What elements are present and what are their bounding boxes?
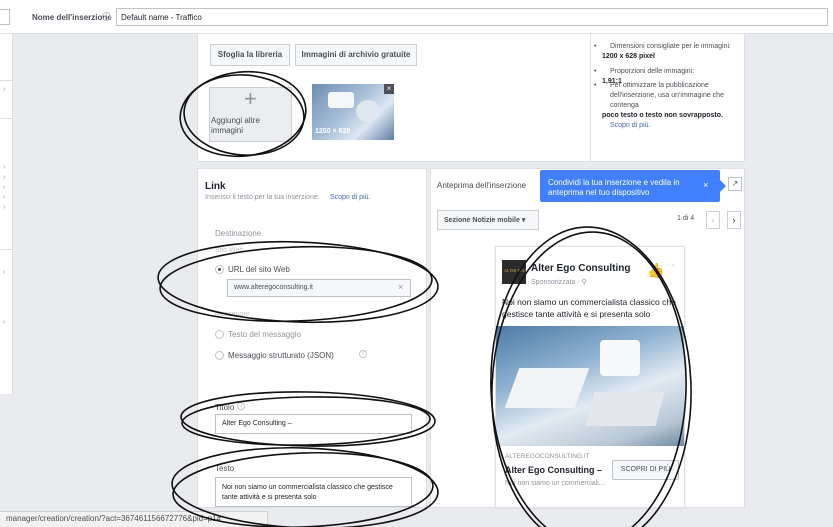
ad-name-input[interactable]: Default name - Traffico: [116, 8, 828, 26]
structured-message-radio[interactable]: [215, 351, 224, 360]
chevron-icon[interactable]: ›: [3, 319, 5, 326]
thumbnail-detail: [356, 100, 380, 122]
info-icon[interactable]: i: [359, 350, 367, 358]
sponsored-label: Sponsorizzata · ⚲: [531, 279, 587, 286]
next-preview-button[interactable]: ›: [727, 211, 741, 229]
ad-name-label: Nome dell'inserzione: [32, 13, 112, 22]
thumbnail-size-label: 1200 × 628: [315, 128, 351, 135]
chevron-icon[interactable]: ›: [3, 86, 5, 93]
page-logo-text: ALTER EGO: [504, 268, 526, 273]
info-icon[interactable]: i: [237, 402, 245, 410]
image-requirement-item: Dimensioni consigliate per le immagini: …: [594, 42, 740, 62]
previous-preview-button[interactable]: ‹: [706, 211, 720, 229]
ad-image-detail: [600, 340, 640, 376]
add-images-label: Aggiungi altre immagini: [211, 116, 260, 135]
close-icon[interactable]: ×: [703, 180, 708, 190]
messenger-group-label: Messenger: [215, 311, 250, 318]
ad-body-text: Noi non siamo un commercialista classico…: [502, 297, 676, 319]
divider: [590, 34, 591, 162]
chevron-icon[interactable]: ›: [3, 164, 5, 171]
chevron-icon[interactable]: ›: [3, 194, 5, 201]
preview-page-count: 1 di 4: [677, 215, 695, 222]
chevron-icon[interactable]: ›: [3, 174, 5, 181]
like-icon: 👍: [647, 262, 665, 278]
ad-page-name: Alter Ego Consulting: [531, 263, 631, 274]
plus-icon: +: [244, 86, 257, 111]
chevron-down-icon: ▾: [521, 217, 526, 224]
ad-preview-label: Anteprima dell'inserzione: [437, 181, 527, 190]
image-requirement-item: Per ottimizzare la pubblicazione dell'in…: [594, 81, 740, 131]
collapsed-panel-edge[interactable]: [0, 9, 10, 25]
learn-more-button: SCOPRI DI PIÙ: [612, 460, 679, 480]
learn-more-link[interactable]: Scopri di più.: [330, 194, 370, 201]
chevron-icon[interactable]: ›: [3, 204, 5, 211]
body-text-label: Testo: [215, 464, 235, 473]
chevron-icon[interactable]: ›: [3, 269, 5, 276]
share-preview-text: Condividi la tua inserzione e vedila in …: [548, 178, 680, 197]
website-url-input[interactable]: www.alteregoconsulting.it: [227, 279, 411, 297]
placement-dropdown[interactable]: Sezione Notizie mobile ▾: [437, 210, 539, 230]
website-url-option-label: URL del sito Web: [228, 265, 290, 274]
clear-icon[interactable]: ×: [398, 282, 403, 292]
message-text-radio[interactable]: [215, 330, 224, 339]
ad-description: Noi non siamo un commerciali...: [505, 480, 605, 487]
chevron-down-icon: ⌄: [670, 261, 676, 268]
ad-image-detail: [504, 368, 590, 408]
ad-image-detail: [585, 392, 665, 426]
section-help-text: Inserisci il testo per la tua inserzione…: [205, 194, 320, 201]
website-group-label: Sito Web: [215, 247, 244, 254]
open-external-icon[interactable]: ↗: [728, 177, 742, 191]
chevron-icon[interactable]: ›: [3, 184, 5, 191]
body-text-input[interactable]: Noi non siamo un commercialista classico…: [215, 477, 412, 507]
status-url-bar: manager/creation/creation/?act=367461156…: [0, 511, 268, 527]
browse-library-button[interactable]: Sfoglia la libreria: [210, 44, 290, 66]
message-text-option-label: Testo del messaggio: [228, 330, 301, 339]
website-url-radio[interactable]: [215, 265, 224, 274]
left-rail: › › › › › › › ›: [0, 34, 13, 394]
info-icon[interactable]: i: [102, 12, 111, 21]
remove-image-icon[interactable]: ×: [384, 84, 394, 94]
headline-label: Titolo: [215, 403, 235, 412]
thumbnail-detail: [328, 92, 354, 108]
headline-input[interactable]: Alter Ego Consulting –: [215, 414, 412, 434]
learn-more-link[interactable]: Scopri di più.: [602, 121, 740, 131]
ad-domain: ALTEREGOCONSULTING.IT: [505, 453, 590, 460]
section-title: Link: [205, 181, 226, 192]
destination-label: Destinazione: [215, 229, 262, 238]
ad-headline: Alter Ego Consulting –: [505, 465, 603, 475]
tooltip-arrow: [720, 180, 726, 192]
free-stock-images-button[interactable]: Immagini di archivio gratuite: [295, 44, 417, 66]
structured-message-option-label: Messaggio strutturato (JSON): [228, 351, 334, 360]
